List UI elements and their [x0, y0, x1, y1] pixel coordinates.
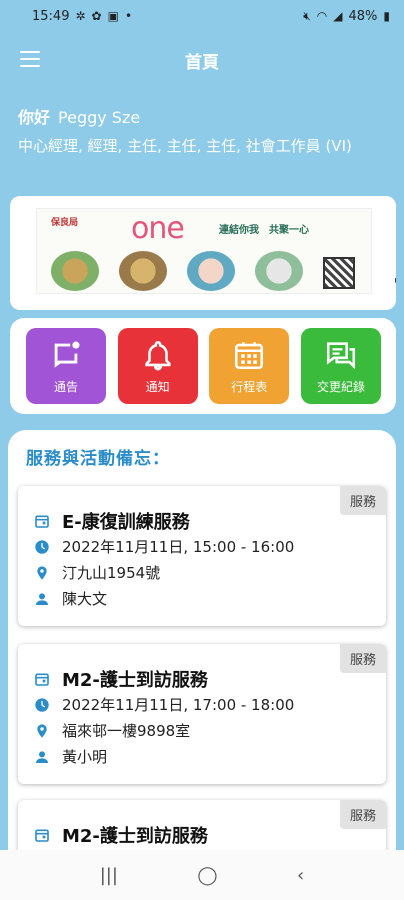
- banner-photo-3: [187, 251, 235, 291]
- notification-button-label: 通知: [145, 379, 170, 394]
- notice-button[interactable]: 通告: [26, 328, 106, 404]
- recent-apps-icon[interactable]: |||: [100, 865, 118, 886]
- location-pin-icon: [37, 565, 47, 580]
- message-icon: [54, 341, 80, 368]
- greeting: 你好 Peggy Sze 中心經理, 經理, 主任, 主任, 主任, 社會工作員 …: [18, 104, 388, 158]
- service-card[interactable]: 服務 E-康復訓練服務 2022年11月11日, 15:00 - 16:00 汀…: [18, 486, 386, 626]
- user-name: Peggy Sze: [58, 108, 141, 127]
- service-datetime: 2022年11月11日, 17:00 - 18:00: [62, 696, 295, 714]
- status-time: 15:49: [32, 8, 70, 24]
- service-card[interactable]: 服務 M2-護士到訪服務 2022年11月11日, 17:00 - 18:00 …: [18, 644, 386, 784]
- banner-logo: 保良局: [51, 218, 79, 228]
- calendar-icon: [35, 829, 49, 842]
- service-tag: 服務: [339, 800, 386, 829]
- chat-icon: [326, 341, 355, 369]
- banner-slogan: 連結你我 共聚一心: [219, 225, 309, 236]
- person-icon: [36, 592, 48, 605]
- app-bar: 首頁: [0, 36, 404, 84]
- schedule-button-label: 行程表: [231, 379, 268, 394]
- memo-title: 服務與活動備忘：: [26, 449, 170, 469]
- service-datetime: 2022年11月11日, 15:00 - 16:00: [62, 538, 295, 556]
- settings-icon: ✲: [75, 9, 86, 23]
- schedule-button[interactable]: 行程表: [209, 328, 290, 404]
- system-nav-bar: ||| ◯ ‹: [0, 850, 404, 900]
- service-title: M2-護士到訪服務: [62, 826, 208, 847]
- person-icon: [36, 750, 48, 763]
- shift-log-button-label: 交更紀錄: [316, 379, 365, 394]
- calendar-icon: [35, 673, 49, 686]
- service-tag: 服務: [339, 644, 386, 673]
- calendar-icon: [35, 515, 49, 528]
- banner-image: 保良局 one 連結你我 共聚一心 ▸: [36, 208, 396, 294]
- banner-brand: one: [131, 211, 185, 246]
- status-bar: 15:49 ✲ ✿ ▣ • 🔇︎ ◠ ◢ 48% ▮: [0, 0, 404, 32]
- service-person: 黃小明: [62, 748, 108, 766]
- page-title: 首頁: [185, 52, 219, 73]
- notification-button[interactable]: 通知: [117, 328, 198, 404]
- notice-button-label: 通告: [53, 379, 78, 394]
- user-roles: 中心經理, 經理, 主任, 主任, 主任, 社會工作員 (VI): [18, 137, 352, 155]
- battery-percent: 48%: [348, 8, 378, 24]
- memo-panel: 服務與活動備忘： 服務 E-康復訓練服務 2022年11月11日, 15:00 …: [8, 430, 396, 870]
- service-location: 福來邨一樓9898室: [62, 722, 191, 740]
- service-person: 陳大文: [62, 590, 108, 608]
- service-title: M2-護士到訪服務: [62, 670, 208, 691]
- clock-icon: [35, 697, 49, 712]
- app-notification-icon: ✿: [91, 9, 102, 23]
- banner-photo-2: [119, 251, 167, 291]
- bell-icon: [145, 340, 171, 370]
- service-title: E-康復訓練服務: [62, 512, 190, 533]
- greeting-hello: 你好: [18, 108, 51, 127]
- back-icon[interactable]: ‹: [297, 865, 304, 886]
- home-icon[interactable]: ◯: [197, 865, 217, 886]
- service-tag: 服務: [339, 486, 386, 515]
- chevron-right-icon: ▸: [395, 275, 396, 286]
- hamburger-icon[interactable]: [20, 51, 40, 67]
- promo-banner[interactable]: 保良局 one 連結你我 共聚一心 ▸: [10, 196, 396, 310]
- banner-photo-4: [255, 251, 303, 291]
- quick-actions: 通告 通知 行程表 交更紀錄: [10, 318, 396, 414]
- shift-log-button[interactable]: 交更紀錄: [300, 328, 381, 404]
- location-pin-icon: [37, 723, 47, 738]
- signal-icon: ◢: [333, 9, 343, 23]
- wifi-icon: ◠: [316, 9, 328, 23]
- qr-code-icon: [323, 257, 355, 289]
- battery-icon: ▮: [383, 9, 390, 23]
- banner-photo-1: [51, 251, 99, 291]
- calendar-icon: [235, 341, 264, 369]
- dot-icon: •: [124, 9, 133, 23]
- sim-icon: ▣: [107, 9, 119, 23]
- clock-icon: [35, 539, 49, 554]
- mute-icon: 🔇︎: [303, 8, 311, 23]
- service-location: 汀九山1954號: [62, 564, 161, 582]
